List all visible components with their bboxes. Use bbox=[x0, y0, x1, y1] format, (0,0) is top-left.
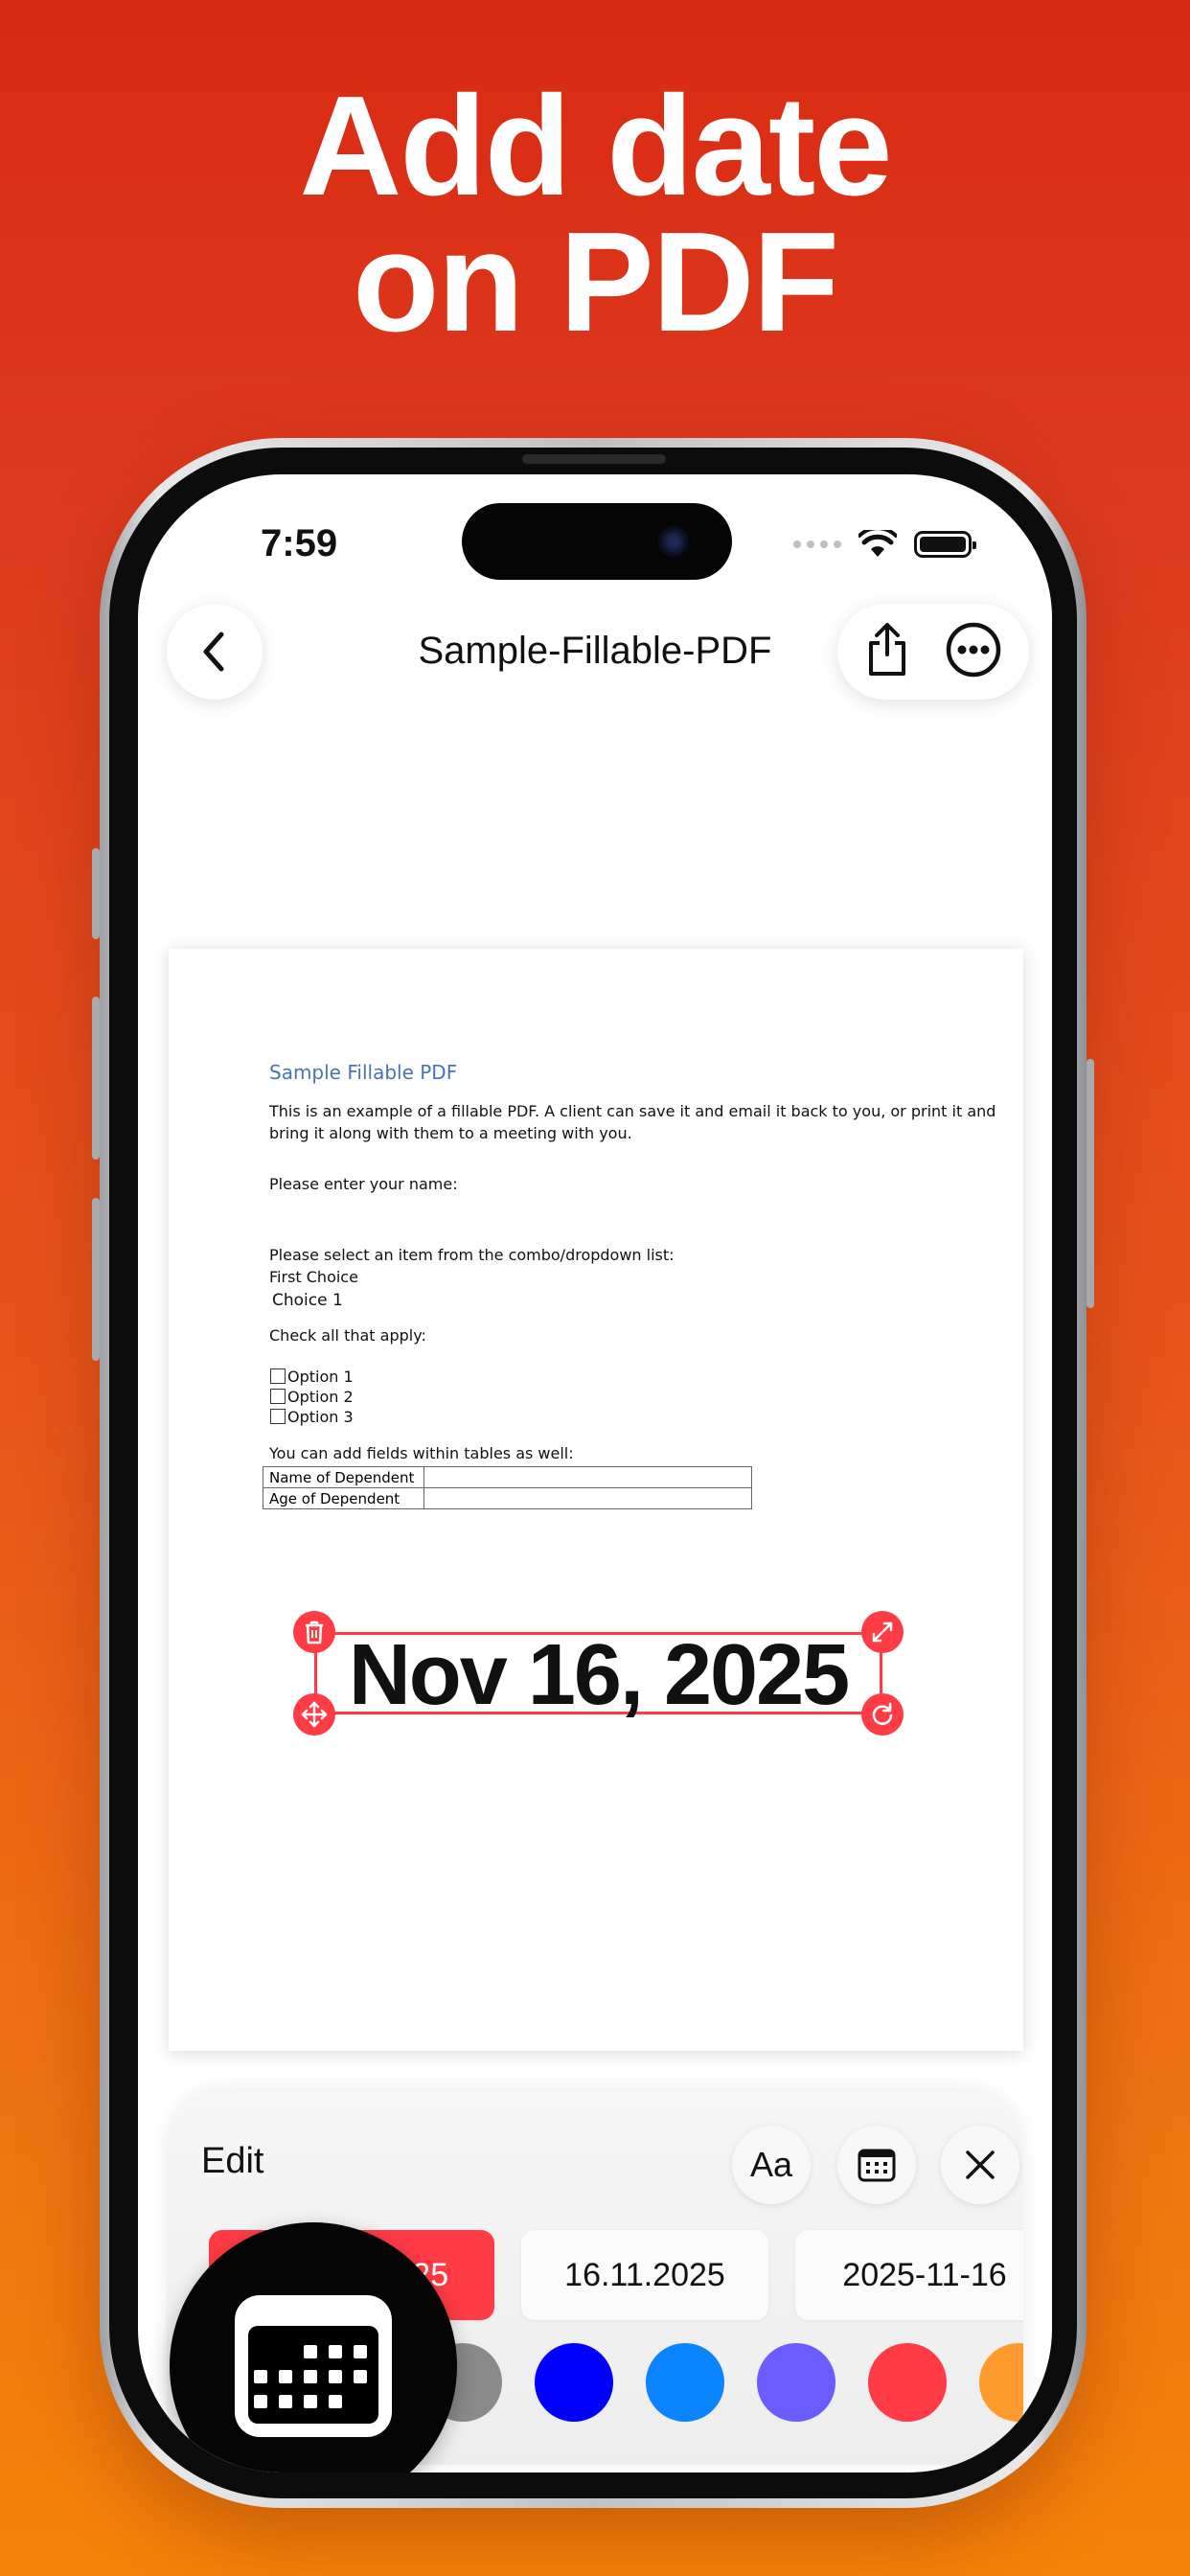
rotate-handle[interactable] bbox=[861, 1693, 904, 1736]
table-row: Age of Dependent bbox=[263, 1487, 752, 1509]
status-icons bbox=[793, 530, 976, 559]
delete-handle[interactable] bbox=[293, 1611, 335, 1653]
pdf-combo-prompt: Please select an item from the combo/dro… bbox=[269, 1246, 675, 1264]
format-option-dotted[interactable]: 16.11.2025 bbox=[521, 2230, 768, 2320]
pdf-option-1[interactable]: Option 1 bbox=[270, 1368, 354, 1386]
share-button[interactable] bbox=[864, 622, 910, 682]
pdf-heading: Sample Fillable PDF bbox=[269, 1061, 458, 1084]
headline-line-2: on PDF bbox=[353, 203, 839, 361]
pdf-table-prompt: You can add fields within tables as well… bbox=[269, 1444, 574, 1462]
trash-icon bbox=[306, 1621, 323, 1644]
phone-screen: 7:59 Sample-Fillable-PDF Sample Fillable… bbox=[138, 474, 1052, 2472]
table-cell-label: Age of Dependent bbox=[263, 1487, 424, 1509]
earpiece-speaker bbox=[522, 454, 666, 464]
table-cell-input[interactable] bbox=[423, 1466, 752, 1488]
table-cell-label: Name of Dependent bbox=[263, 1466, 424, 1488]
wifi-icon bbox=[858, 530, 897, 557]
color-swatch[interactable] bbox=[757, 2343, 835, 2422]
close-button[interactable] bbox=[941, 2126, 1019, 2204]
pdf-option-2[interactable]: Option 2 bbox=[270, 1388, 354, 1406]
checkbox[interactable] bbox=[270, 1389, 286, 1404]
pdf-check-prompt: Check all that apply: bbox=[269, 1326, 426, 1345]
power-button bbox=[1087, 1059, 1094, 1308]
rotate-icon bbox=[872, 1702, 893, 1725]
pdf-combo-label: First Choice bbox=[269, 1268, 358, 1286]
calendar-icon bbox=[858, 2149, 896, 2182]
status-time: 7:59 bbox=[261, 522, 338, 564]
option-label: Option 1 bbox=[287, 1368, 354, 1386]
move-handle[interactable] bbox=[293, 1693, 335, 1736]
resize-handle[interactable] bbox=[861, 1611, 904, 1653]
option-label: Option 3 bbox=[287, 1408, 354, 1426]
dynamic-island bbox=[462, 503, 732, 580]
pdf-option-3[interactable]: Option 3 bbox=[270, 1408, 354, 1426]
close-icon bbox=[966, 2150, 995, 2179]
format-option-iso[interactable]: 2025-11-16 bbox=[795, 2230, 1023, 2320]
font-button[interactable]: Aa bbox=[732, 2126, 811, 2204]
headline: Add date on PDF bbox=[0, 67, 1190, 361]
pdf-name-prompt: Please enter your name: bbox=[269, 1175, 458, 1193]
edit-label: Edit bbox=[201, 2141, 264, 2181]
date-stamp[interactable]: Nov 16, 2025 bbox=[314, 1632, 882, 1718]
more-button[interactable] bbox=[945, 621, 1002, 683]
dependent-table: Name of Dependent Age of Dependent bbox=[263, 1466, 752, 1509]
color-swatch[interactable] bbox=[646, 2343, 724, 2422]
option-label: Option 2 bbox=[287, 1388, 354, 1406]
table-cell-input[interactable] bbox=[423, 1487, 752, 1509]
color-swatch[interactable] bbox=[535, 2343, 613, 2422]
pdf-page: Sample Fillable PDF This is an example o… bbox=[169, 949, 1023, 2051]
action-button bbox=[92, 848, 100, 939]
pdf-intro-line-2: bring it along with them to a meeting wi… bbox=[269, 1124, 632, 1142]
table-row: Name of Dependent bbox=[263, 1466, 752, 1488]
share-icon bbox=[869, 622, 905, 676]
calendar-icon bbox=[235, 2295, 392, 2437]
pdf-combo-dropdown[interactable]: Choice 1 bbox=[272, 1291, 343, 1310]
headline-line-1: Add date bbox=[299, 67, 892, 225]
color-swatch[interactable] bbox=[868, 2343, 947, 2422]
checkbox[interactable] bbox=[270, 1368, 286, 1384]
volume-up-button bbox=[92, 997, 100, 1160]
more-icon bbox=[946, 622, 1001, 677]
pdf-intro-line-1: This is an example of a fillable PDF. A … bbox=[269, 1102, 996, 1120]
signal-dots-icon bbox=[793, 540, 841, 548]
date-picker-button[interactable] bbox=[837, 2126, 916, 2204]
color-swatch[interactable] bbox=[979, 2343, 1023, 2422]
volume-down-button bbox=[92, 1198, 100, 1361]
move-icon bbox=[301, 1701, 328, 1728]
expand-icon bbox=[872, 1622, 893, 1643]
battery-icon bbox=[914, 531, 976, 558]
nav-actions bbox=[837, 604, 1029, 700]
camera-icon bbox=[658, 526, 689, 557]
checkbox[interactable] bbox=[270, 1409, 286, 1424]
